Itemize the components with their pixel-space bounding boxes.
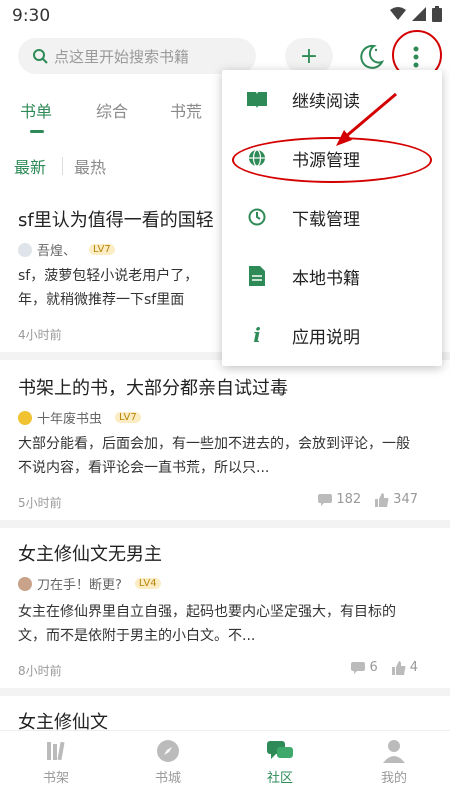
post-time: 4小时前 — [18, 328, 62, 342]
sort-hottest[interactable]: 最热 — [74, 154, 106, 178]
post-stats: 182 347 — [318, 492, 418, 507]
like-stat[interactable]: 4 — [391, 660, 418, 675]
add-button[interactable]: + — [285, 38, 333, 74]
wifi-icon — [390, 7, 406, 20]
nav-label: 社区 — [266, 771, 293, 786]
thumbs-up-icon — [391, 660, 406, 675]
post-title: 书架上的书，大部分都亲自试过毒 — [18, 378, 288, 399]
menu-label: 下载管理 — [292, 209, 360, 230]
bookshelf-icon — [47, 741, 65, 761]
book-icon — [246, 88, 268, 110]
nav-label: 我的 — [380, 771, 407, 786]
search-input[interactable]: 点这里开始搜索书籍 — [18, 38, 256, 74]
info-icon: i — [253, 323, 261, 347]
status-bar: 9:30 — [0, 0, 450, 34]
night-mode-button[interactable] — [356, 42, 386, 72]
post-title: sf里认为值得一看的国轻 — [18, 210, 214, 231]
user-icon — [383, 740, 405, 763]
post-card[interactable]: 书架上的书，大部分都亲自试过毒 十年废书虫 LV7 大部分能看，后面会加，有一些… — [0, 368, 450, 528]
author-name: 吾煌、 — [37, 244, 77, 259]
avatar — [18, 242, 32, 257]
comment-stat[interactable]: 182 — [318, 492, 361, 507]
chat-icon — [267, 741, 293, 759]
like-count: 347 — [393, 492, 418, 507]
post-body: 大部分能看，后面会加，有一些加不进去的，会放到评论，一般不说内容，看评论会一直书… — [18, 436, 410, 476]
nav-bookstore[interactable]: 书城 — [138, 739, 198, 786]
post-author: 刀在手！断更? LV4 — [18, 574, 161, 593]
search-icon — [33, 49, 48, 64]
nav-bookshelf[interactable]: 书架 — [26, 739, 86, 786]
post-author: 十年废书虫 LV7 — [18, 408, 141, 427]
comment-icon — [351, 661, 366, 674]
search-placeholder: 点这里开始搜索书籍 — [54, 47, 190, 66]
comment-count: 6 — [369, 660, 378, 675]
compass-icon — [157, 740, 179, 762]
battery-icon — [432, 6, 442, 22]
comment-stat[interactable]: 6 — [351, 660, 378, 675]
author-name: 刀在手！断更? — [37, 578, 122, 593]
sort-divider — [62, 157, 63, 175]
avatar — [18, 576, 32, 591]
level-badge: LV4 — [134, 578, 161, 589]
thumbs-up-icon — [375, 492, 389, 507]
avatar — [18, 410, 32, 425]
post-time: 8小时前 — [18, 664, 62, 678]
comment-icon — [318, 493, 333, 506]
menu-item-app-info[interactable]: i 应用说明 — [222, 306, 442, 364]
like-count: 4 — [409, 660, 418, 675]
nav-label: 书城 — [154, 771, 181, 786]
level-badge: LV7 — [115, 412, 141, 423]
status-time: 9:30 — [12, 6, 51, 26]
menu-label: 应用说明 — [292, 327, 360, 348]
comment-count: 182 — [336, 492, 362, 507]
tab-indicator — [30, 130, 44, 133]
post-author: 吾煌、 LV7 — [18, 240, 115, 259]
level-badge: LV7 — [89, 244, 115, 255]
post-stats: 6 4 — [351, 660, 418, 675]
post-title: 女主修仙文无男主 — [18, 544, 162, 565]
document-icon — [246, 265, 268, 287]
menu-item-local-books[interactable]: 本地书籍 — [222, 247, 442, 305]
nav-community[interactable]: 社区 — [250, 739, 310, 786]
nav-label: 书架 — [42, 771, 69, 786]
nav-profile[interactable]: 我的 — [364, 739, 424, 786]
post-body: 女主在修仙界里自立自强，起码也要内心坚定强大，有目标的文，而不是依附于男主的小白… — [18, 604, 396, 644]
menu-item-download-management[interactable]: 下载管理 — [222, 188, 442, 246]
author-name: 十年废书虫 — [37, 412, 103, 427]
moon-icon — [360, 44, 385, 69]
bottom-nav: 书架 书城 社区 我的 — [0, 730, 450, 800]
sort-latest[interactable]: 最新 — [14, 154, 46, 178]
post-card[interactable]: 女主修仙文无男主 刀在手！断更? LV4 女主在修仙界里自立自强，起码也要内心坚… — [0, 528, 450, 696]
signal-icon — [412, 7, 426, 21]
plus-icon: + — [299, 43, 319, 69]
menu-label: 本地书籍 — [292, 268, 360, 289]
clock-icon — [246, 206, 268, 228]
post-time: 5小时前 — [18, 496, 62, 510]
tab-book-shortage[interactable]: 书荒 — [170, 98, 202, 122]
like-stat[interactable]: 347 — [375, 492, 418, 507]
tab-general[interactable]: 综合 — [96, 98, 128, 122]
tab-booklist[interactable]: 书单 — [20, 98, 52, 122]
status-icons — [390, 6, 442, 22]
annotation-arrow — [336, 92, 397, 146]
